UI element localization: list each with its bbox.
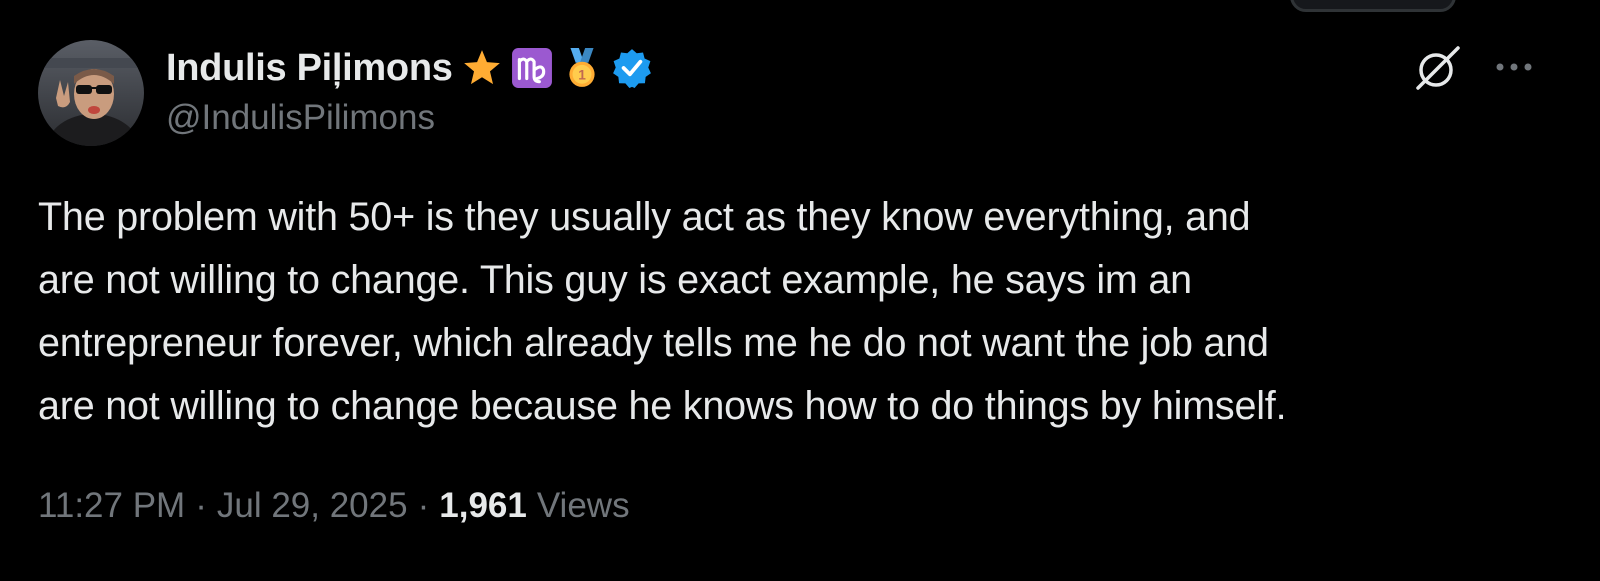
tweet-card: Indulis Piļimons 1 @IndulisPilimons The: [0, 0, 1600, 581]
views-count[interactable]: 1,961: [439, 486, 527, 526]
meta-separator: ·: [195, 486, 207, 525]
top-pill-button[interactable]: [1290, 0, 1456, 12]
author-display-name[interactable]: Indulis Piļimons: [166, 47, 453, 90]
virgo-emoji-icon: [511, 48, 552, 88]
author-name-row: Indulis Piļimons 1: [166, 44, 653, 92]
svg-text:1: 1: [578, 68, 586, 83]
more-options-icon[interactable]: [1488, 46, 1540, 88]
tweet-meta: 11:27 PM · Jul 29, 2025 · 1,961 Views: [38, 486, 630, 526]
meta-separator: ·: [417, 486, 430, 525]
grok-icon[interactable]: [1412, 42, 1464, 94]
verified-badge-icon: [612, 49, 651, 88]
views-label: Views: [536, 486, 630, 525]
tweet-date[interactable]: Jul 29, 2025: [217, 486, 408, 526]
first-place-medal-emoji-icon: 1: [568, 48, 595, 87]
tweet-text: The problem with 50+ is they usually act…: [38, 195, 1287, 428]
avatar[interactable]: [38, 40, 144, 146]
tweet-time[interactable]: 11:27 PM: [38, 486, 185, 526]
author-handle[interactable]: @IndulisPilimons: [166, 98, 435, 138]
star-emoji-icon: [463, 50, 500, 85]
